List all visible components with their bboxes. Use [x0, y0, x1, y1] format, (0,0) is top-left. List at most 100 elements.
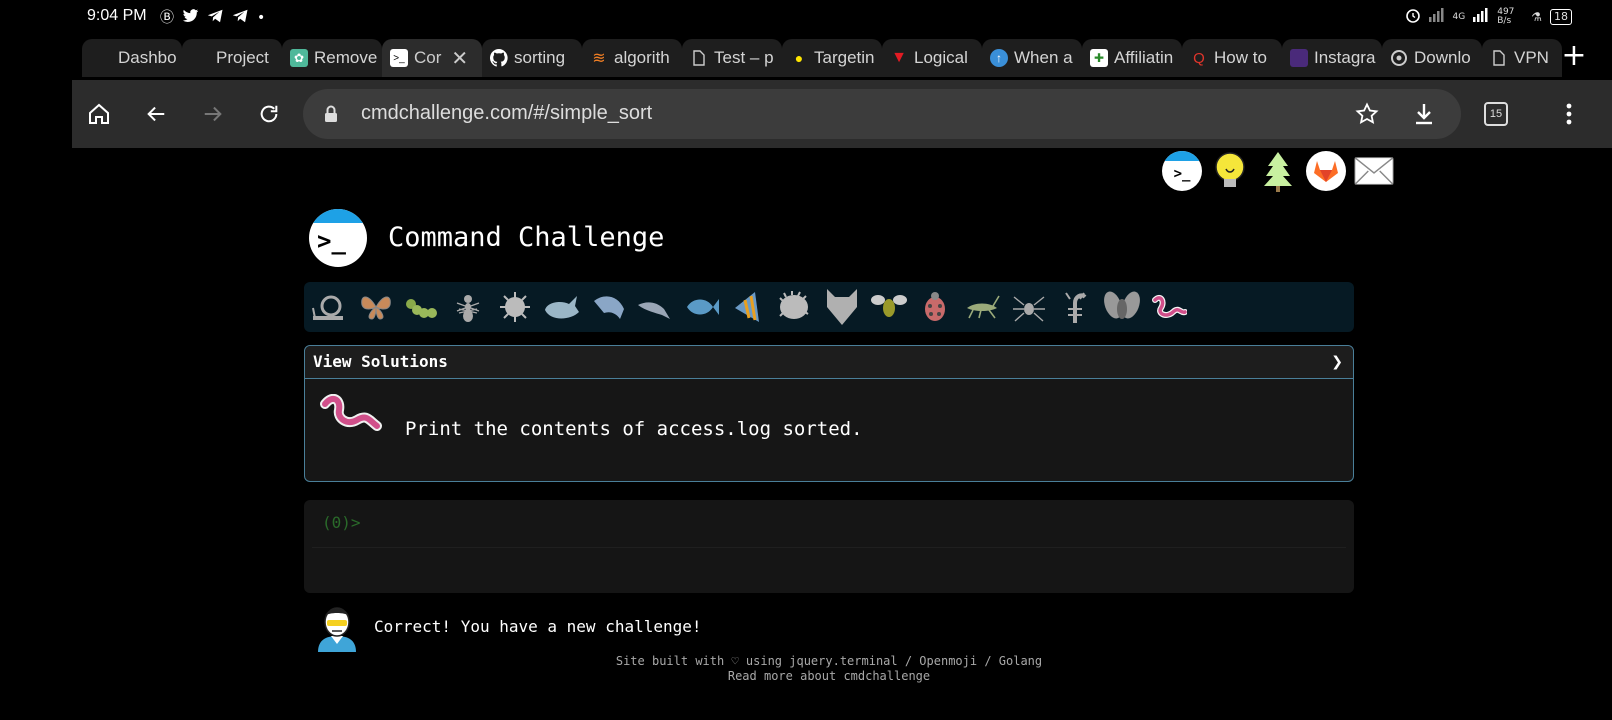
new-tab-button[interactable]: + [1557, 40, 1591, 74]
terminal[interactable]: (0)> [304, 500, 1354, 593]
star-icon[interactable] [1355, 102, 1379, 126]
chrome-icon [1390, 49, 1408, 67]
page-icon [1490, 49, 1508, 67]
fly-icon[interactable] [1103, 289, 1141, 325]
caterpillar-icon[interactable] [403, 289, 441, 325]
stackoverflow-icon: ≋ [592, 50, 606, 67]
tab-label: Targetin [814, 48, 875, 67]
tropical-fish-icon[interactable] [730, 289, 768, 325]
header-links: >_ [1162, 151, 1394, 192]
terminal-prompt: (0)> [322, 513, 361, 532]
url-text: cmdchallenge.com/#/simple_sort [361, 102, 653, 124]
tab-8[interactable]: ● Targetin [782, 39, 882, 77]
butterfly-icon[interactable] [357, 289, 395, 325]
spider-icon[interactable] [1010, 289, 1048, 325]
twitter-icon [182, 8, 199, 27]
red-v-icon: ▼ [891, 49, 907, 66]
tab-12[interactable]: Q How to [1182, 39, 1282, 77]
home-button[interactable] [82, 97, 116, 131]
system-icons: 4G 497 B/s ⚗ 18 [1405, 7, 1572, 26]
tab-2[interactable]: Project [182, 39, 282, 77]
terminal-divider [312, 547, 1346, 548]
tab-1[interactable]: Dashbo [82, 39, 182, 77]
ladybug-icon[interactable] [916, 289, 954, 325]
tab-switcher-button[interactable]: 15 [1484, 102, 1508, 126]
tab-label: Cor [414, 48, 442, 67]
reload-icon [260, 105, 278, 123]
back-button[interactable] [139, 97, 173, 131]
more-vert-icon [1566, 103, 1572, 125]
web-page: >_ >_ Command Challenge View Solutions ❯… [72, 148, 1612, 720]
wolf-icon[interactable] [823, 289, 861, 325]
reload-button[interactable] [252, 97, 286, 131]
worm-icon[interactable] [1149, 289, 1187, 325]
ant-icon[interactable] [449, 289, 487, 325]
scorpion-icon[interactable] [1056, 289, 1094, 325]
avatar [316, 602, 358, 652]
flask-icon: ⚗ [1531, 9, 1542, 24]
blowfish-icon[interactable] [776, 289, 814, 325]
forward-button[interactable] [196, 97, 230, 131]
site-title: Command Challenge [388, 222, 665, 253]
cricket-icon[interactable] [963, 289, 1001, 325]
terminal-icon: >_ [390, 49, 408, 67]
tab-9[interactable]: ▼ Logical [882, 39, 982, 77]
tab-label: Dashbo [118, 48, 177, 67]
view-solutions-label: View Solutions [313, 352, 448, 371]
tab-label: Logical [914, 48, 968, 67]
battery-indicator: 18 [1550, 8, 1572, 25]
address-bar[interactable]: cmdchallenge.com/#/simple_sort [303, 89, 1461, 139]
whale-icon[interactable] [543, 289, 581, 325]
tab-label: Remove [314, 48, 378, 67]
level-selector [304, 282, 1354, 332]
terminal-icon[interactable]: >_ [1162, 151, 1202, 191]
status-bar: 9:04 PM Ⓑ • 4G 497 B/s ⚗ 18 [0, 0, 1612, 36]
tab-14[interactable]: Downlo [1382, 39, 1482, 77]
purple-icon [1290, 49, 1308, 67]
signal-icon [1428, 8, 1445, 25]
upvote-icon: ↑ [990, 49, 1008, 67]
tab-label: VPN [1514, 48, 1549, 67]
openai-icon: ✿ [290, 49, 308, 67]
tab-5[interactable]: sorting [482, 39, 582, 77]
close-tab-icon[interactable]: ✕ [451, 46, 468, 71]
network-type: 4G [1452, 11, 1466, 22]
tab-label: When a [1014, 48, 1073, 67]
dot-icon: • [257, 9, 266, 26]
gitlab-icon[interactable] [1306, 151, 1346, 191]
footer: Site built with ♡ using jquery.terminal … [304, 654, 1354, 684]
tab-label: Instagra [1314, 48, 1376, 67]
tab-3[interactable]: ✿ Remove [282, 39, 382, 77]
tab-7[interactable]: Test – p [682, 39, 782, 77]
menu-button[interactable] [1552, 97, 1586, 131]
worm-icon [317, 393, 383, 444]
alarm-icon [1405, 7, 1421, 26]
challenge-panel: View Solutions ❯ Print the contents of a… [304, 345, 1354, 482]
telegram-icon [232, 8, 249, 27]
download-icon[interactable] [1413, 102, 1435, 126]
snail-icon[interactable] [310, 289, 348, 325]
dolphin-icon[interactable] [636, 289, 674, 325]
tab-15[interactable]: VPN [1482, 39, 1562, 77]
lightbulb-icon[interactable] [1210, 151, 1250, 191]
fish-icon[interactable] [683, 289, 721, 325]
page-icon [690, 49, 708, 67]
tab-11[interactable]: ✚ Affiliatin [1082, 39, 1182, 77]
tab-6[interactable]: ≋ algorith [582, 39, 682, 77]
mail-icon[interactable] [1354, 151, 1394, 191]
shark-icon[interactable] [590, 289, 628, 325]
tab-label: sorting [514, 48, 566, 67]
arrow-left-icon [147, 106, 165, 122]
view-solutions-toggle[interactable]: View Solutions ❯ [305, 346, 1353, 379]
status-time: 9:04 PM [87, 7, 147, 24]
tab-active[interactable]: >_ Cor ✕ [382, 39, 482, 77]
tab-10[interactable]: ↑ When a [982, 39, 1082, 77]
tree-icon[interactable] [1258, 151, 1298, 192]
site-logo[interactable]: >_ [309, 209, 367, 267]
microbe-icon[interactable] [496, 289, 534, 325]
footer-about-link[interactable]: Read more about cmdchallenge [304, 669, 1354, 684]
tab-13[interactable]: Instagra [1282, 39, 1382, 77]
bee-icon[interactable] [870, 289, 908, 325]
github-icon [490, 49, 508, 67]
b-circle-icon: Ⓑ [160, 9, 174, 26]
